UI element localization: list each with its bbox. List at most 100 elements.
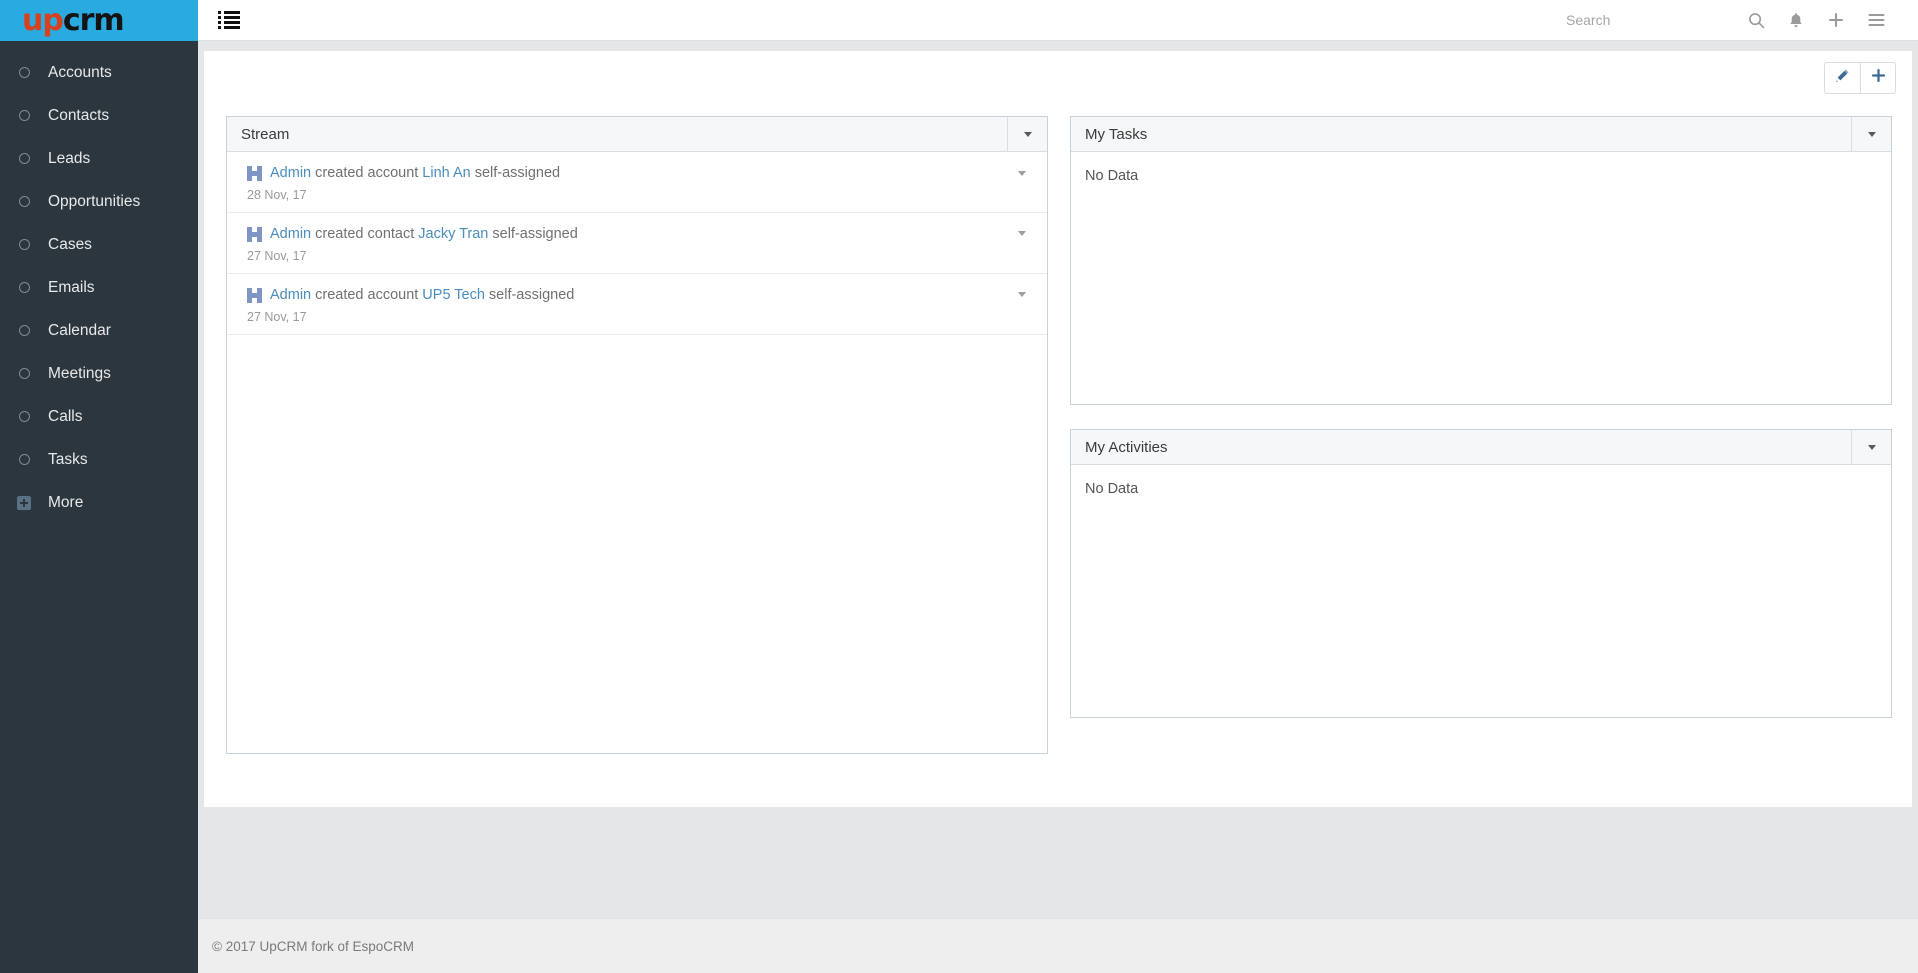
hamburger-icon[interactable] xyxy=(1856,0,1896,41)
stream-item-action: created account xyxy=(315,165,419,181)
list-menu-icon[interactable] xyxy=(218,11,240,29)
sidebar-item-more[interactable]: More xyxy=(0,481,198,524)
circle-icon xyxy=(16,280,32,296)
plus-icon xyxy=(1871,68,1886,88)
sidebar-nav: Accounts Contacts Leads Opportunities Ca… xyxy=(0,41,198,524)
footer-copyright: © 2017 UpCRM fork of EspoCRM xyxy=(212,938,415,954)
stream-dashlet-header: Stream xyxy=(227,117,1047,152)
sidebar-item-label: Leads xyxy=(48,149,91,167)
sidebar-item-label: Cases xyxy=(48,235,92,253)
stream-item-text: Admin created contact Jacky Tran self-as… xyxy=(247,225,1003,244)
logo-text-crm: crm xyxy=(62,2,125,38)
circle-icon xyxy=(16,237,32,253)
stream-item-text: Admin created account UP5 Tech self-assi… xyxy=(247,286,1003,305)
sidebar-item-contacts[interactable]: Contacts xyxy=(0,94,198,137)
stream-item-date: 27 Nov, 17 xyxy=(247,248,307,263)
sidebar-item-label: Accounts xyxy=(48,63,112,81)
sidebar-item-label: Emails xyxy=(48,278,95,296)
stream-item-actor[interactable]: Admin xyxy=(270,225,311,244)
sidebar-item-cases[interactable]: Cases xyxy=(0,223,198,266)
my-tasks-dashlet-menu-button[interactable] xyxy=(1851,117,1891,151)
sidebar-item-accounts[interactable]: Accounts xyxy=(0,51,198,94)
circle-icon xyxy=(16,65,32,81)
plus-square-icon xyxy=(16,495,32,511)
chevron-down-icon xyxy=(1018,292,1026,298)
stream-item-suffix: self-assigned xyxy=(492,225,578,242)
dashlet-column-left: Stream Admin created account Linh An sel… xyxy=(226,116,1048,754)
stream-item-date: 28 Nov, 17 xyxy=(247,187,307,202)
add-dashlet-button[interactable] xyxy=(1860,63,1895,93)
app-root: upcrm Accounts Contacts Leads Opportunit… xyxy=(0,0,1918,973)
sidebar-item-label: Opportunities xyxy=(48,192,141,210)
logo-text-up: up xyxy=(22,2,64,38)
my-tasks-dashlet-header: My Tasks xyxy=(1071,117,1891,152)
topbar-actions xyxy=(1566,0,1918,41)
topbar xyxy=(198,0,1918,41)
avatar xyxy=(247,226,262,242)
empty-state-text: No Data xyxy=(1085,168,1139,184)
chevron-down-icon xyxy=(1018,170,1026,176)
stream-item-target[interactable]: UP5 Tech xyxy=(422,286,485,305)
sidebar-item-label: Tasks xyxy=(48,450,88,468)
dashlet-grid: Stream Admin created account Linh An sel… xyxy=(226,116,1894,754)
chevron-down-icon xyxy=(1867,131,1876,137)
dashboard-container: Stream Admin created account Linh An sel… xyxy=(204,51,1912,807)
bell-icon[interactable] xyxy=(1776,0,1816,41)
sidebar-item-label: Calls xyxy=(48,407,83,425)
stream-dashlet: Stream Admin created account Linh An sel… xyxy=(226,116,1048,754)
sidebar-item-tasks[interactable]: Tasks xyxy=(0,438,198,481)
my-tasks-dashlet: My Tasks No Data xyxy=(1070,116,1892,405)
my-activities-dashlet: My Activities No Data xyxy=(1070,429,1892,718)
stream-item-menu-button[interactable] xyxy=(1015,227,1029,241)
stream-item-target[interactable]: Jacky Tran xyxy=(418,225,488,244)
search-input[interactable] xyxy=(1566,12,1736,28)
stream-dashlet-menu-button[interactable] xyxy=(1007,117,1047,151)
stream-item-date: 27 Nov, 17 xyxy=(247,309,307,324)
stream-item-menu-button[interactable] xyxy=(1015,166,1029,180)
sidebar-item-leads[interactable]: Leads xyxy=(0,137,198,180)
stream-item-suffix: self-assigned xyxy=(488,286,575,303)
sidebar-item-calendar[interactable]: Calendar xyxy=(0,309,198,352)
chevron-down-icon xyxy=(1018,231,1026,237)
circle-icon xyxy=(16,194,32,210)
edit-dashboard-button[interactable] xyxy=(1825,63,1860,93)
sidebar-item-emails[interactable]: Emails xyxy=(0,266,198,309)
circle-icon xyxy=(16,409,32,425)
my-activities-dashlet-menu-button[interactable] xyxy=(1851,430,1891,464)
dashlet-column-right: My Tasks No Data My Activities No Data xyxy=(1070,116,1892,754)
logo[interactable]: upcrm xyxy=(0,0,198,41)
pencil-icon xyxy=(1835,68,1850,88)
sidebar-item-label: Calendar xyxy=(48,321,111,339)
avatar xyxy=(247,287,262,303)
circle-icon xyxy=(16,323,32,339)
stream-item-actor[interactable]: Admin xyxy=(270,164,311,183)
sidebar-item-label: Contacts xyxy=(48,106,110,124)
sidebar-item-opportunities[interactable]: Opportunities xyxy=(0,180,198,223)
stream-item-action: created contact xyxy=(315,225,415,242)
search-icon[interactable] xyxy=(1736,0,1776,41)
panel-title: My Activities xyxy=(1085,438,1168,456)
stream-item: Admin created account Linh An self-assig… xyxy=(227,152,1047,213)
stream-item-menu-button[interactable] xyxy=(1015,288,1029,302)
sidebar-item-label: More xyxy=(48,493,84,511)
panel-title: Stream xyxy=(241,125,290,143)
sidebar-item-calls[interactable]: Calls xyxy=(0,395,198,438)
my-tasks-body: No Data xyxy=(1071,152,1891,404)
stream-item: Admin created contact Jacky Tran self-as… xyxy=(227,213,1047,274)
panel-title: My Tasks xyxy=(1085,125,1148,143)
avatar xyxy=(247,165,262,181)
dashboard-toolbar xyxy=(1824,62,1896,94)
chevron-down-icon xyxy=(1867,444,1876,450)
logo-text: upcrm xyxy=(22,2,125,38)
footer: © 2017 UpCRM fork of EspoCRM xyxy=(198,918,1918,973)
sidebar-item-meetings[interactable]: Meetings xyxy=(0,352,198,395)
circle-icon xyxy=(16,452,32,468)
circle-icon xyxy=(16,366,32,382)
stream-item-target[interactable]: Linh An xyxy=(422,164,470,183)
stream-item-actor[interactable]: Admin xyxy=(270,286,311,305)
sidebar-item-label: Meetings xyxy=(48,364,111,382)
circle-icon xyxy=(16,108,32,124)
plus-icon[interactable] xyxy=(1816,0,1856,41)
my-activities-body: No Data xyxy=(1071,465,1891,717)
sidebar: upcrm Accounts Contacts Leads Opportunit… xyxy=(0,0,198,973)
